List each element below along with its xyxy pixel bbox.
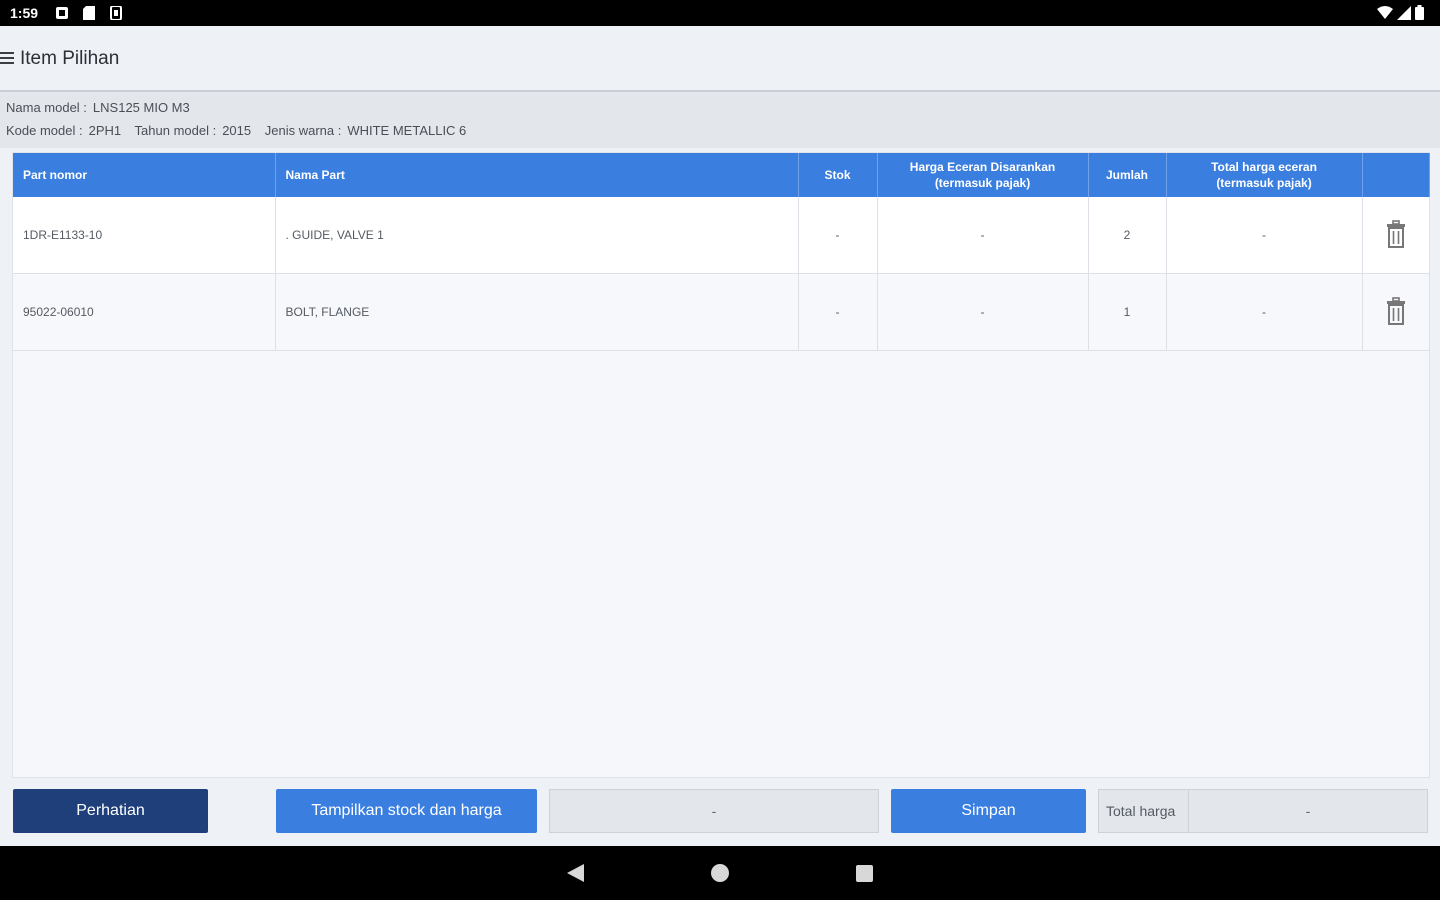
- model-name-value: LNS125 MIO M3: [92, 100, 190, 115]
- trash-icon[interactable]: [1386, 296, 1406, 325]
- storage-icon: [110, 6, 122, 20]
- middle-field: -: [549, 789, 879, 833]
- cell-delete: [1362, 273, 1430, 351]
- table-header-row: Part nomor Nama Part Stok Harga Eceran D…: [13, 153, 1430, 197]
- back-icon[interactable]: [567, 864, 585, 882]
- cell-quantity[interactable]: 2: [1088, 197, 1167, 274]
- cell-delete: [1362, 197, 1430, 274]
- model-name-label: Nama model :: [6, 100, 87, 115]
- parts-table: Part nomor Nama Part Stok Harga Eceran D…: [13, 153, 1430, 351]
- col-retail-price-line1: Harga Eceran Disarankan: [909, 160, 1056, 174]
- col-part-name: Nama Part: [275, 153, 799, 197]
- show-stock-price-button[interactable]: Tampilkan stock dan harga: [276, 789, 537, 833]
- recents-icon[interactable]: [856, 865, 873, 882]
- cell-part-name: . GUIDE, VALVE 1: [275, 197, 799, 274]
- col-total-price: Total harga eceran (termasuk pajak): [1166, 153, 1363, 197]
- trash-icon[interactable]: [1386, 219, 1406, 248]
- model-year-label: Tahun model :: [134, 123, 217, 138]
- cell-quantity[interactable]: 1: [1088, 273, 1167, 351]
- save-button[interactable]: Simpan: [891, 789, 1086, 833]
- model-info: Nama model : LNS125 MIO M3 Kode model : 2P…: [0, 92, 1440, 148]
- cell-total-price: -: [1166, 273, 1363, 351]
- signal-icon: [1397, 5, 1411, 20]
- model-code-value: 2PH1: [88, 123, 122, 138]
- cell-stock: -: [798, 197, 878, 274]
- wifi-icon: [1377, 5, 1393, 19]
- bottom-action-bar: Perhatian Tampilkan stock dan harga - Si…: [0, 778, 1440, 846]
- col-retail-price-line2: (termasuk pajak): [934, 176, 1031, 190]
- cell-retail-price: -: [877, 273, 1089, 351]
- cell-part-number: 95022-06010: [13, 273, 276, 351]
- col-quantity: Jumlah: [1088, 153, 1167, 197]
- table-row[interactable]: 95022-06010 BOLT, FLANGE - - 1 -: [13, 273, 1430, 351]
- color-label: Jenis warna :: [264, 123, 342, 138]
- home-icon[interactable]: [711, 864, 729, 882]
- col-stock: Stok: [798, 153, 878, 197]
- cell-stock: -: [798, 273, 878, 351]
- sd-card-icon: [83, 6, 95, 20]
- total-price-box: Total harga -: [1098, 789, 1428, 833]
- col-actions: [1362, 153, 1430, 197]
- page-title: Item Pilihan: [20, 48, 120, 69]
- menu-icon[interactable]: [0, 52, 14, 66]
- status-time: 1:59: [10, 5, 39, 21]
- table-row[interactable]: 1DR-E1133-10 . GUIDE, VALVE 1 - - 2 -: [13, 197, 1430, 274]
- model-code-label: Kode model :: [6, 123, 83, 138]
- col-total-price-line2: (termasuk pajak): [1216, 176, 1312, 190]
- col-retail-price: Harga Eceran Disarankan (termasuk pajak): [877, 153, 1089, 197]
- total-price-value: -: [1305, 803, 1311, 819]
- col-total-price-line1: Total harga eceran: [1211, 160, 1317, 174]
- cell-total-price: -: [1166, 197, 1363, 274]
- app-bar: Item Pilihan: [0, 26, 1440, 92]
- cell-part-name: BOLT, FLANGE: [275, 273, 799, 351]
- battery-icon: [1415, 5, 1424, 20]
- attention-button[interactable]: Perhatian: [13, 789, 208, 833]
- model-year-value: 2015: [222, 123, 252, 138]
- cell-part-number: 1DR-E1133-10: [13, 197, 276, 274]
- total-price-label: Total harga: [1099, 790, 1189, 832]
- parts-table-panel: Part nomor Nama Part Stok Harga Eceran D…: [12, 152, 1430, 778]
- navigation-bar: [0, 846, 1440, 900]
- model-name-line: Nama model : LNS125 MIO M3: [6, 100, 196, 115]
- cell-retail-price: -: [877, 197, 1089, 274]
- model-details-line: Kode model : 2PH1 Tahun model : 2015 Jenis…: [6, 123, 476, 138]
- col-part-number: Part nomor: [13, 153, 276, 197]
- color-value: WHITE METALLIC 6: [347, 123, 467, 138]
- status-right: [1377, 5, 1424, 20]
- notification-icon: [56, 7, 68, 19]
- status-bar: 1:59: [0, 0, 1440, 26]
